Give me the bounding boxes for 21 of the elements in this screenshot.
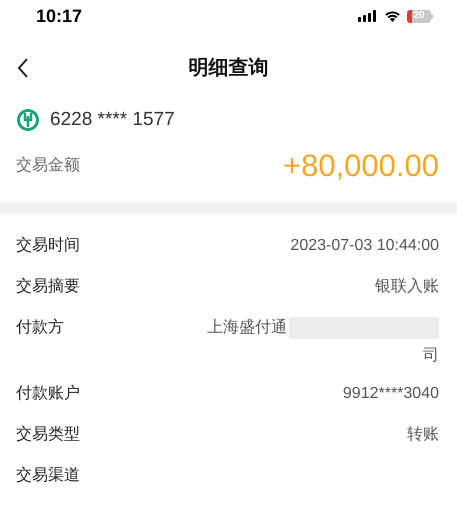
detail-value: 9912****3040 (342, 384, 439, 404)
bank-logo-icon (16, 108, 40, 132)
detail-value: 司 (423, 346, 439, 366)
amount-value: +80,000.00 (282, 146, 439, 185)
wifi-icon (384, 10, 401, 22)
back-icon (17, 58, 29, 78)
detail-value: 银联入账 (375, 276, 439, 297)
detail-label: 付款方 (16, 318, 64, 338)
page-title: 明细查询 (188, 56, 268, 81)
signal-icon (358, 10, 378, 22)
status-time: 10:17 (36, 4, 82, 28)
detail-label: 付款账户 (16, 384, 80, 404)
detail-value: 2023-07-03 10:44:00 (290, 236, 439, 256)
detail-label: 交易渠道 (16, 466, 80, 486)
detail-label: 交易摘要 (16, 276, 80, 297)
detail-value: 上海盛付通 (207, 318, 287, 338)
amount-label: 交易金额 (16, 156, 80, 176)
detail-label: 交易时间 (16, 236, 80, 256)
detail-value: 转账 (407, 425, 439, 445)
card-number: 6228 **** 1577 (50, 108, 175, 132)
detail-label: 交易类型 (16, 424, 80, 445)
